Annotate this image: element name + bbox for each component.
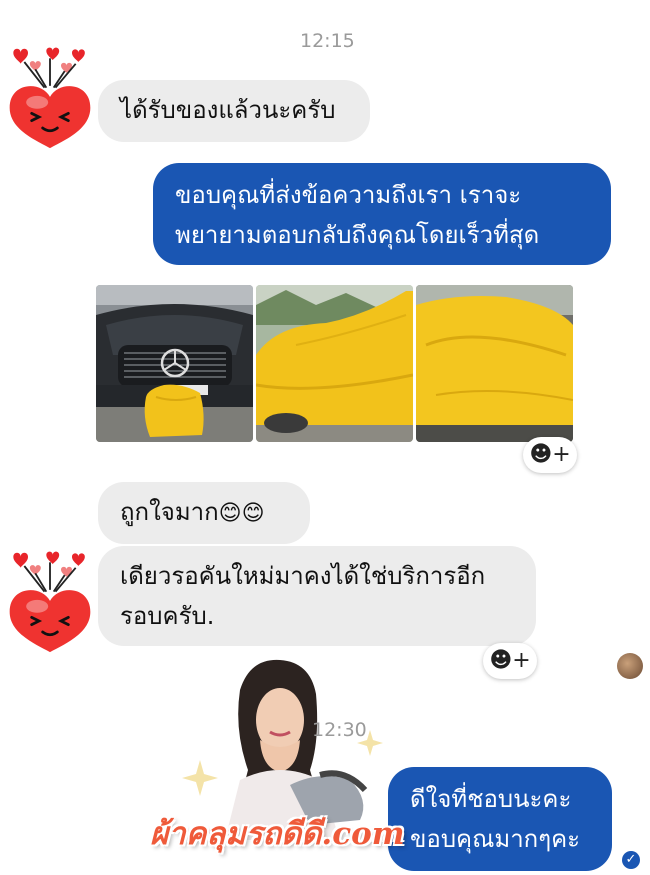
message-text: ถูกใจมาก bbox=[120, 498, 219, 526]
seen-avatar-icon bbox=[617, 653, 643, 679]
photo-car-front[interactable] bbox=[96, 285, 253, 442]
message-text-line: เดียวรอคันใหม่มาคงได้ใช่บริการอีก bbox=[120, 562, 486, 590]
timestamp: 12:15 bbox=[300, 30, 355, 52]
message-text-line: ดีใจที่ชอบนะคะ bbox=[410, 785, 572, 813]
message-text-line: รอบครับ. bbox=[120, 602, 215, 630]
message-text: ได้รับของแล้วนะครับ bbox=[120, 96, 336, 124]
message-text-line: พยายามตอบกลับถึงคุณโดยเร็วที่สุด bbox=[175, 221, 540, 249]
add-reaction-button[interactable]: ☻+ bbox=[523, 437, 577, 473]
photo-covered-car-rear[interactable] bbox=[416, 285, 573, 442]
message-text-line: ขอบคุณที่ส่งข้อความถึงเรา เราจะ bbox=[175, 181, 522, 209]
outgoing-message[interactable]: ขอบคุณที่ส่งข้อความถึงเรา เราจะ พยายามตอ… bbox=[153, 163, 611, 265]
message-text-line: ขอบคุณมากๆคะ bbox=[410, 825, 581, 853]
photo-covered-car-side[interactable] bbox=[256, 285, 413, 442]
heart-avatar-icon[interactable] bbox=[0, 544, 100, 654]
incoming-message[interactable]: เดียวรอคันใหม่มาคงได้ใช่บริการอีก รอบครั… bbox=[98, 546, 536, 646]
outgoing-message[interactable]: ดีใจที่ชอบนะคะ ขอบคุณมากๆคะ bbox=[388, 767, 612, 871]
check-icon: ✓ bbox=[622, 851, 640, 869]
incoming-message[interactable]: ได้รับของแล้วนะครับ bbox=[98, 80, 370, 142]
timestamp: 12:30 bbox=[312, 719, 367, 741]
heart-avatar-icon[interactable] bbox=[0, 40, 100, 150]
watermark-text: ผ้าคลุมรถดีดี.com bbox=[150, 816, 405, 852]
smile-emoji-icon: 😊😊 bbox=[218, 501, 265, 526]
incoming-message[interactable]: ถูกใจมาก😊😊 bbox=[98, 482, 310, 544]
add-reaction-button[interactable]: ☻+ bbox=[483, 643, 537, 679]
